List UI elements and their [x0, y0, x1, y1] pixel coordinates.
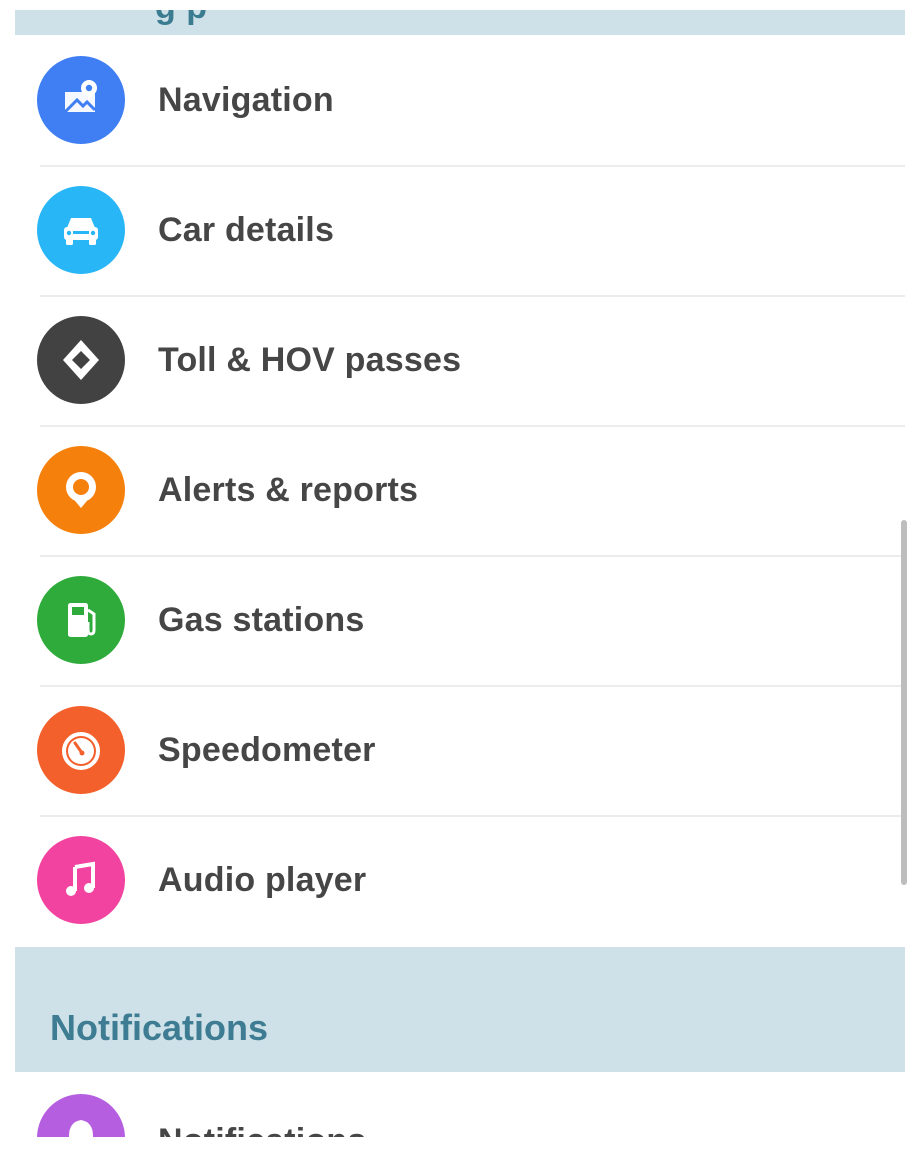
list-item-gas-stations[interactable]: Gas stations	[15, 555, 905, 685]
list-item-toll-hov[interactable]: Toll & HOV passes	[15, 295, 905, 425]
list-item-speedometer[interactable]: Speedometer	[15, 685, 905, 815]
map-pin-icon	[37, 56, 125, 144]
section-title-top: g p	[155, 10, 207, 27]
section-header-notifications: Notifications	[15, 947, 905, 1072]
music-note-icon	[37, 836, 125, 924]
list-item-notifications[interactable]: Notifications	[15, 1072, 905, 1137]
alert-pin-icon	[37, 446, 125, 534]
settings-screen: g p Navigation	[0, 0, 912, 1172]
section-title: Notifications	[50, 1007, 269, 1048]
bell-icon	[37, 1094, 125, 1137]
list-item-label: Audio player	[158, 860, 367, 899]
list-item-label: Car details	[158, 210, 335, 249]
list-item-label: Speedometer	[158, 730, 376, 769]
car-icon	[37, 186, 125, 274]
settings-list-container[interactable]: g p Navigation	[15, 0, 905, 1137]
list-item-label: Notifications	[158, 1122, 367, 1137]
list-item-label: Toll & HOV passes	[158, 340, 462, 379]
settings-list: Navigation Car details Toll & HOV passes…	[15, 35, 905, 945]
list-item-label: Gas stations	[158, 600, 365, 639]
list-item-audio-player[interactable]: Audio player	[15, 815, 905, 945]
diamond-icon	[37, 316, 125, 404]
list-item-label: Alerts & reports	[158, 470, 419, 509]
speedometer-icon	[37, 706, 125, 794]
scrollbar[interactable]	[901, 520, 907, 885]
list-item-alerts-reports[interactable]: Alerts & reports	[15, 425, 905, 555]
list-item-navigation[interactable]: Navigation	[15, 35, 905, 165]
gas-pump-icon	[37, 576, 125, 664]
list-item-car-details[interactable]: Car details	[15, 165, 905, 295]
section-header-top: g p	[15, 10, 905, 35]
list-item-label: Navigation	[158, 80, 334, 119]
